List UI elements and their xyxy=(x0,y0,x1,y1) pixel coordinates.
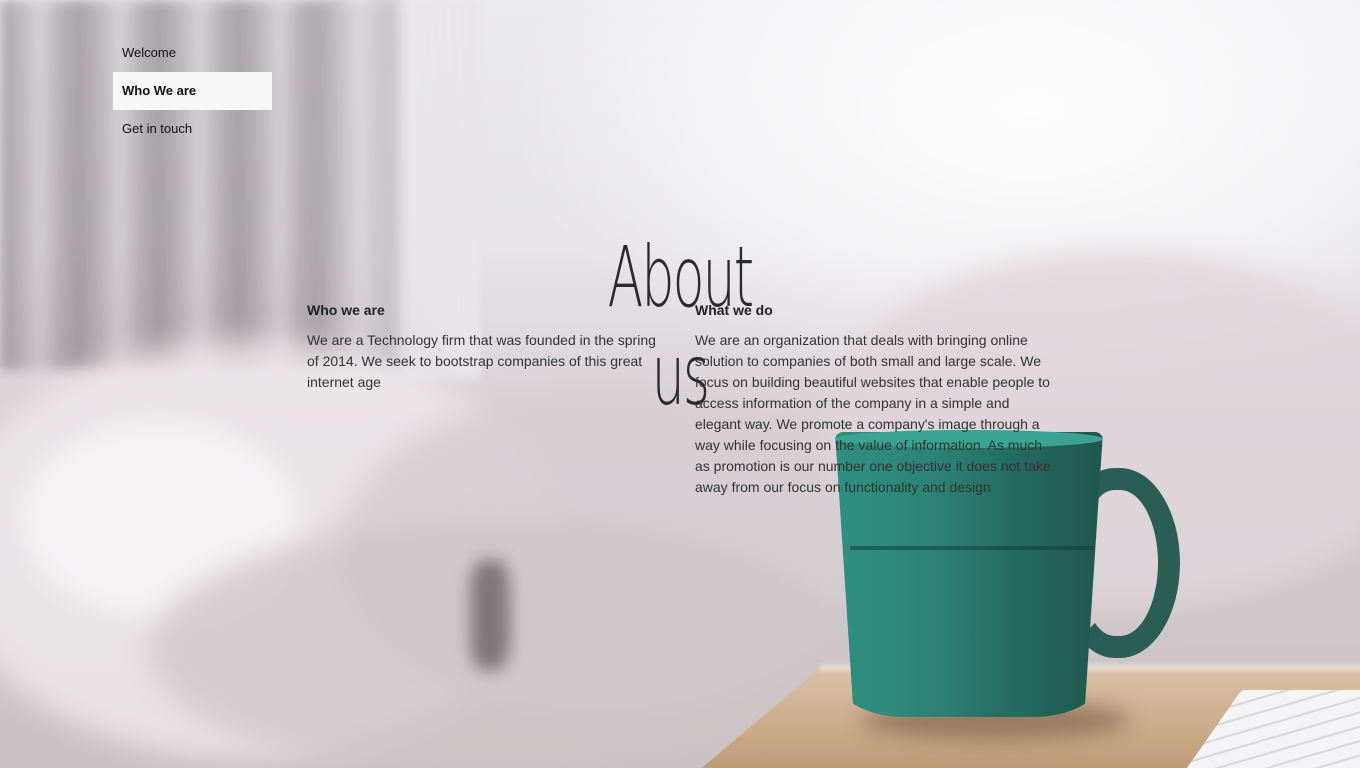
side-nav: Welcome Who We are Get in touch xyxy=(113,34,272,148)
nav-item-get-in-touch[interactable]: Get in touch xyxy=(113,110,272,148)
section-heading: What we do xyxy=(695,302,773,318)
nav-item-welcome[interactable]: Welcome xyxy=(113,34,272,72)
section-body: We are an organization that deals with b… xyxy=(695,332,1051,495)
mug-band xyxy=(850,546,1094,550)
section-heading: Who we are xyxy=(307,302,385,318)
what-we-do-section: What we do We are an organization that d… xyxy=(695,300,1055,498)
who-we-are-section: Who we are We are a Technology firm that… xyxy=(307,300,667,393)
section-body: We are a Technology firm that was founde… xyxy=(307,332,656,390)
bedsheet-shadow xyxy=(470,560,510,670)
nav-item-who-we-are[interactable]: Who We are xyxy=(113,72,272,110)
